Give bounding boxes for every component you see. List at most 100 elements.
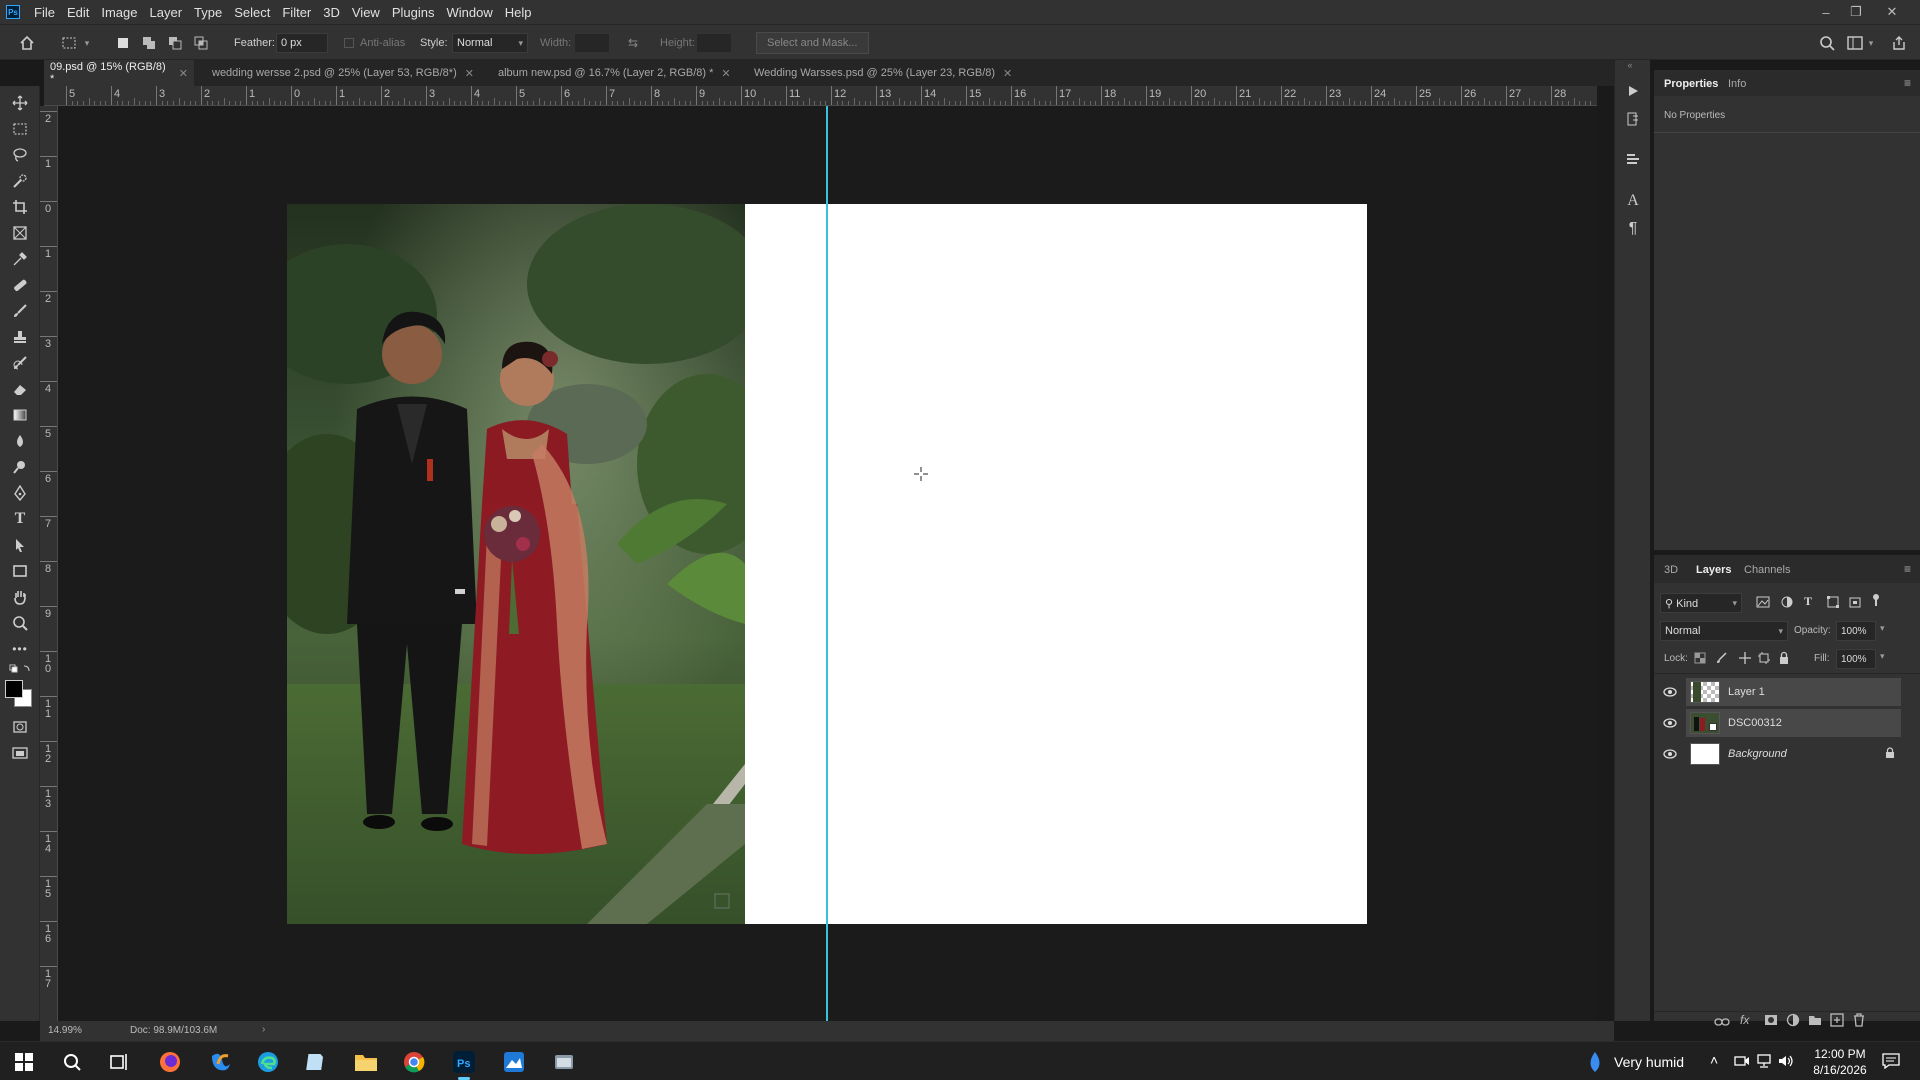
visibility-eye-icon[interactable] bbox=[1662, 746, 1678, 762]
add-selection-icon[interactable] bbox=[140, 34, 158, 52]
quick-selection-tool-icon[interactable] bbox=[8, 170, 32, 192]
close-tab-icon[interactable]: ✕ bbox=[465, 67, 474, 80]
weather-text[interactable]: Very humid bbox=[1614, 1054, 1684, 1070]
menu-image[interactable]: Image bbox=[95, 5, 143, 20]
lock-icon[interactable] bbox=[1885, 746, 1895, 762]
search-icon[interactable] bbox=[1818, 34, 1836, 52]
copilot-icon[interactable] bbox=[204, 1046, 236, 1078]
blur-tool-icon[interactable] bbox=[8, 430, 32, 452]
frame-tool-icon[interactable] bbox=[8, 222, 32, 244]
edge-icon[interactable] bbox=[252, 1046, 284, 1078]
app-window-icon[interactable] bbox=[548, 1046, 580, 1078]
chrome-icon[interactable] bbox=[398, 1046, 430, 1078]
lock-all-icon[interactable] bbox=[1778, 651, 1790, 668]
intersect-selection-icon[interactable] bbox=[192, 34, 210, 52]
eraser-tool-icon[interactable] bbox=[8, 378, 32, 400]
healing-brush-tool-icon[interactable] bbox=[8, 274, 32, 296]
menu-type[interactable]: Type bbox=[188, 5, 228, 20]
lock-artboard-icon[interactable] bbox=[1758, 652, 1770, 667]
tab-wedding-wersse[interactable]: wedding wersse 2.psd @ 25% (Layer 53, RG… bbox=[206, 60, 522, 86]
quick-mask-icon[interactable] bbox=[8, 716, 32, 738]
eyedropper-tool-icon[interactable] bbox=[8, 248, 32, 270]
crop-tool-icon[interactable] bbox=[8, 196, 32, 218]
minimize-icon[interactable]: – bbox=[1812, 0, 1840, 24]
menu-layer[interactable]: Layer bbox=[144, 5, 189, 20]
firefox-icon[interactable] bbox=[154, 1046, 186, 1078]
default-colors-icon[interactable] bbox=[8, 662, 32, 676]
notification-icon[interactable] bbox=[1882, 1053, 1900, 1072]
tab-album-new[interactable]: album new.psd @ 16.7% (Layer 2, RGB/8) *… bbox=[492, 60, 784, 86]
tab-channels[interactable]: Channels bbox=[1744, 564, 1790, 576]
dodge-tool-icon[interactable] bbox=[8, 456, 32, 478]
new-selection-icon[interactable] bbox=[114, 34, 132, 52]
tab-3d[interactable]: 3D bbox=[1664, 564, 1678, 576]
chevron-right-icon[interactable]: › bbox=[262, 1024, 265, 1035]
photoshop-logo-icon[interactable]: Ps bbox=[6, 5, 20, 19]
hand-tool-icon[interactable] bbox=[8, 586, 32, 608]
opacity-input[interactable]: 100% bbox=[1836, 621, 1876, 641]
play-actions-icon[interactable] bbox=[1624, 82, 1642, 100]
new-layer-icon[interactable] bbox=[1830, 1013, 1844, 1030]
move-tool-icon[interactable] bbox=[8, 92, 32, 114]
fill-input[interactable]: 100% bbox=[1836, 649, 1876, 669]
more-tools-icon[interactable]: ••• bbox=[8, 638, 32, 660]
new-group-icon[interactable] bbox=[1808, 1013, 1822, 1030]
height-input[interactable] bbox=[696, 33, 732, 53]
chevron-down-icon[interactable]: ▾ bbox=[1866, 34, 1876, 52]
layer-effects-icon[interactable]: fx bbox=[1740, 1013, 1749, 1027]
visibility-eye-icon[interactable] bbox=[1662, 684, 1678, 700]
network-icon[interactable] bbox=[1756, 1054, 1772, 1071]
delete-layer-icon[interactable] bbox=[1852, 1013, 1866, 1030]
chevron-up-icon[interactable]: ˄ bbox=[1710, 1052, 1718, 1068]
menu-help[interactable]: Help bbox=[499, 5, 538, 20]
filter-toggle-icon[interactable] bbox=[1870, 593, 1882, 610]
history-panel-icon[interactable] bbox=[1624, 110, 1642, 128]
photoshop-taskbar-icon[interactable]: Ps bbox=[448, 1046, 480, 1080]
history-brush-tool-icon[interactable] bbox=[8, 352, 32, 374]
link-layers-icon[interactable] bbox=[1714, 1016, 1730, 1030]
add-mask-icon[interactable] bbox=[1764, 1013, 1778, 1030]
foreground-color-swatch[interactable] bbox=[5, 680, 23, 698]
style-select[interactable]: Normal ▾ bbox=[452, 33, 528, 53]
restore-icon[interactable]: ❐ bbox=[1842, 0, 1870, 24]
panel-menu-icon[interactable]: ≡ bbox=[1904, 76, 1911, 90]
gradient-tool-icon[interactable] bbox=[8, 404, 32, 426]
clone-stamp-tool-icon[interactable] bbox=[8, 326, 32, 348]
select-and-mask-button[interactable]: Select and Mask... bbox=[756, 32, 869, 54]
rectangle-tool-icon[interactable] bbox=[8, 560, 32, 582]
tab-09-psd[interactable]: 09.psd @ 15% (RGB/8) * ✕ bbox=[44, 60, 194, 86]
clock-date[interactable]: 8/16/2026 bbox=[1808, 1063, 1872, 1077]
paragraph-panel-icon[interactable]: ¶ bbox=[1624, 220, 1642, 238]
menu-filter[interactable]: Filter bbox=[276, 5, 317, 20]
swap-icon[interactable]: ⇆ bbox=[624, 34, 642, 52]
clock-time[interactable]: 12:00 PM bbox=[1808, 1047, 1872, 1061]
wedding-photo-layer[interactable] bbox=[287, 204, 745, 924]
search-icon[interactable] bbox=[56, 1046, 88, 1078]
photos-app-icon[interactable] bbox=[498, 1046, 530, 1078]
menu-plugins[interactable]: Plugins bbox=[386, 5, 441, 20]
tab-wedding-warsses[interactable]: Wedding Warsses.psd @ 25% (Layer 23, RGB… bbox=[748, 60, 1078, 86]
volume-icon[interactable] bbox=[1778, 1054, 1794, 1071]
windows-start-icon[interactable] bbox=[8, 1046, 40, 1078]
adjustment-layer-icon[interactable] bbox=[1786, 1013, 1800, 1030]
tab-info[interactable]: Info bbox=[1728, 78, 1746, 90]
filter-pixel-icon[interactable] bbox=[1756, 595, 1770, 612]
blend-mode-select[interactable]: Normal ▾ bbox=[1660, 621, 1788, 641]
collapse-panels-icon[interactable]: « bbox=[1621, 60, 1639, 70]
menu-window[interactable]: Window bbox=[440, 5, 498, 20]
filter-shape-icon[interactable] bbox=[1826, 595, 1840, 612]
zoom-level[interactable]: 14.99% bbox=[48, 1025, 82, 1036]
marquee-preset-icon[interactable] bbox=[60, 34, 78, 52]
layer-filter-select[interactable]: ⚲ Kind ▾ bbox=[1660, 593, 1742, 613]
meet-icon[interactable] bbox=[1734, 1054, 1750, 1071]
menu-edit[interactable]: Edit bbox=[61, 5, 95, 20]
workspace-icon[interactable] bbox=[1846, 34, 1864, 52]
home-icon[interactable] bbox=[18, 34, 36, 52]
layer-row-background[interactable]: Background bbox=[1686, 740, 1901, 768]
visibility-eye-icon[interactable] bbox=[1662, 715, 1678, 731]
task-view-icon[interactable] bbox=[104, 1046, 136, 1078]
path-selection-tool-icon[interactable] bbox=[8, 534, 32, 556]
layer-row-dsc00312[interactable]: DSC00312 bbox=[1686, 709, 1901, 737]
menu-3d[interactable]: 3D bbox=[317, 5, 346, 20]
screen-mode-icon[interactable] bbox=[8, 742, 32, 764]
